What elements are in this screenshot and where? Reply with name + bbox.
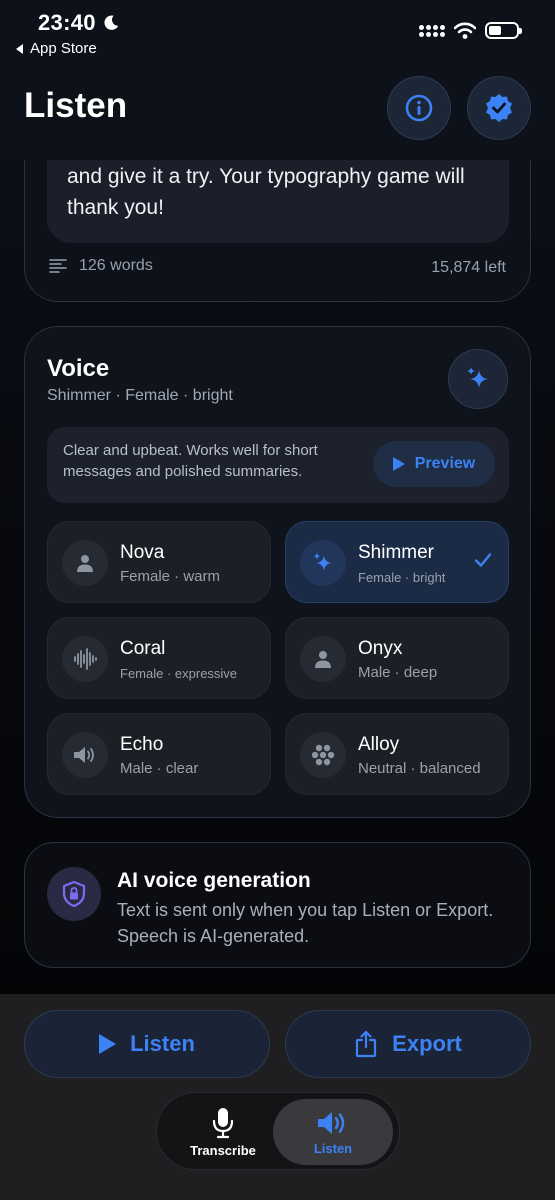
sparkles-icon bbox=[467, 367, 488, 388]
info-icon bbox=[405, 94, 433, 122]
bottom-bar: Listen Export Transcribe Listen bbox=[0, 994, 555, 1200]
tab-label: Transcribe bbox=[190, 1142, 256, 1158]
voice-option-shimmer[interactable]: Shimmer Female · bright bbox=[285, 521, 509, 603]
hexagon-dots-icon bbox=[311, 744, 335, 766]
voice-subtitle: Shimmer · Female · bright bbox=[47, 387, 233, 404]
voice-ai-button[interactable] bbox=[448, 349, 508, 409]
voice-desc: Female · warm bbox=[120, 568, 221, 585]
voice-name: Echo bbox=[120, 734, 164, 755]
shield-lock-icon bbox=[62, 880, 86, 908]
voice-name: Alloy bbox=[358, 734, 400, 755]
tab-bar: Transcribe Listen bbox=[156, 1092, 400, 1170]
characters-left: 15,874 left bbox=[431, 259, 506, 276]
voice-option-alloy[interactable]: Alloy Neutral · balanced bbox=[285, 713, 509, 795]
verified-badge-icon bbox=[486, 94, 512, 122]
tab-label: Listen bbox=[313, 1140, 353, 1156]
battery-icon bbox=[485, 22, 522, 39]
preview-button[interactable]: Preview bbox=[373, 441, 495, 487]
back-to-app-store[interactable]: App Store bbox=[16, 40, 97, 57]
page-title: Listen bbox=[24, 86, 128, 125]
word-count-label: 126 words bbox=[79, 257, 153, 274]
ai-notice-text: Text is sent only when you tap Listen or… bbox=[117, 900, 494, 946]
verified-button[interactable] bbox=[467, 76, 531, 140]
export-label: Export bbox=[392, 1031, 462, 1056]
play-icon bbox=[99, 1034, 117, 1054]
voice-option-onyx[interactable]: Onyx Male · deep bbox=[285, 617, 509, 699]
status-time: 23:40 bbox=[38, 10, 120, 36]
voice-option-nova[interactable]: Nova Female · warm bbox=[47, 521, 271, 603]
tab-listen[interactable]: Listen bbox=[273, 1099, 393, 1165]
screen: and give it a try. Your typography game … bbox=[0, 0, 555, 1200]
voice-description: Clear and upbeat. Works well for short m… bbox=[63, 442, 318, 480]
voice-option-echo[interactable]: Echo Male · clear bbox=[47, 713, 271, 795]
voice-desc: Female · bright bbox=[358, 570, 446, 585]
voice-card: Voice Shimmer · Female · bright Clear an… bbox=[24, 326, 531, 818]
voice-name: Shimmer bbox=[358, 542, 435, 563]
word-count: 126 words bbox=[49, 257, 153, 275]
voice-desc: Male · deep bbox=[358, 664, 438, 681]
status-indicators bbox=[419, 22, 522, 39]
info-button[interactable] bbox=[387, 76, 451, 140]
export-button[interactable]: Export bbox=[285, 1010, 531, 1078]
listen-button[interactable]: Listen bbox=[24, 1010, 270, 1078]
voice-desc: Female · expressive bbox=[120, 666, 238, 681]
ai-notice-card: AI voice generation Text is sent only wh… bbox=[24, 842, 531, 968]
microphone-icon bbox=[212, 1107, 234, 1138]
preview-label: Preview bbox=[414, 455, 476, 472]
share-icon bbox=[356, 1030, 377, 1058]
checkmark-icon bbox=[474, 553, 492, 567]
voice-desc: Male · clear bbox=[120, 760, 199, 777]
person-icon bbox=[315, 651, 331, 668]
wifi-icon bbox=[454, 22, 476, 39]
play-icon bbox=[392, 457, 405, 471]
ai-notice-title: AI voice generation bbox=[117, 869, 311, 892]
sparkles-icon bbox=[313, 552, 332, 571]
clock: 23:40 bbox=[38, 10, 96, 35]
tab-transcribe[interactable]: Transcribe bbox=[163, 1099, 283, 1165]
voice-desc: Neutral · balanced bbox=[358, 760, 481, 777]
voice-option-coral[interactable]: Coral Female · expressive bbox=[47, 617, 271, 699]
back-app-label: App Store bbox=[30, 40, 97, 57]
voice-name: Nova bbox=[120, 542, 165, 563]
voice-title: Voice bbox=[47, 355, 110, 382]
speaker-icon bbox=[74, 747, 94, 763]
listen-label: Listen bbox=[130, 1031, 195, 1056]
voice-options: Nova Female · warm Shimmer Female · brig… bbox=[47, 521, 509, 795]
voice-name: Onyx bbox=[358, 638, 403, 659]
back-arrow-icon bbox=[16, 43, 23, 54]
voice-name: Coral bbox=[120, 638, 166, 659]
cellular-signal-icon bbox=[419, 24, 445, 37]
person-icon bbox=[77, 555, 93, 572]
voice-description-box: Clear and upbeat. Works well for short m… bbox=[47, 427, 509, 503]
text-body: and give it a try. Your typography game … bbox=[67, 165, 465, 219]
speaker-wave-icon bbox=[318, 1111, 345, 1134]
waveform-icon bbox=[74, 648, 97, 670]
text-lines-icon bbox=[49, 259, 67, 273]
moon-icon bbox=[104, 15, 118, 30]
